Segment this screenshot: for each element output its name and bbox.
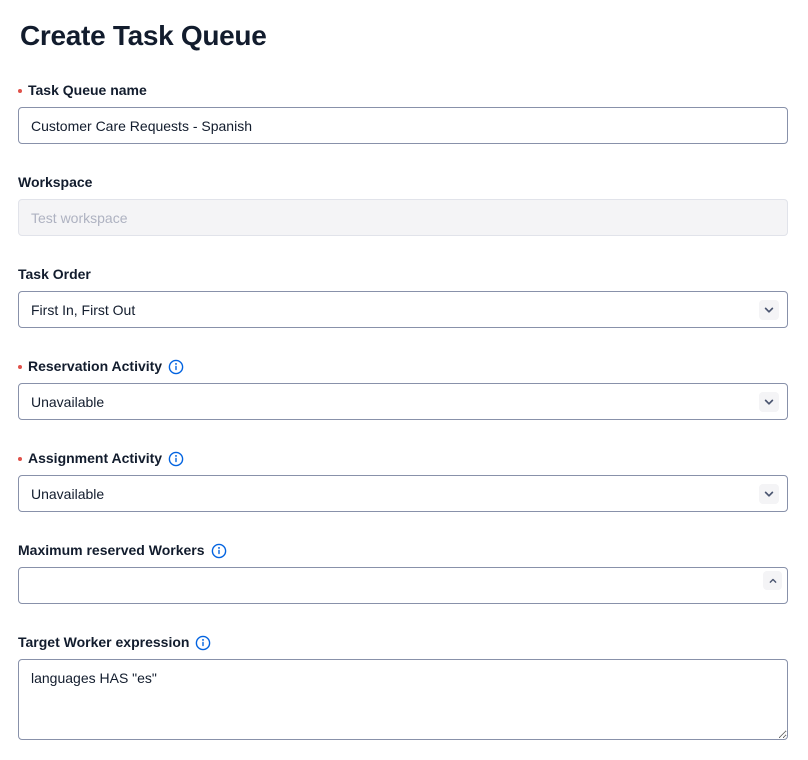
chevron-down-icon[interactable] — [759, 392, 779, 412]
create-task-queue-form: Create Task Queue Task Queue name Worksp… — [0, 0, 808, 760]
page-title: Create Task Queue — [20, 18, 788, 53]
info-circle-icon[interactable] — [195, 635, 211, 651]
info-circle-icon[interactable] — [211, 543, 227, 559]
field-reservation-activity: Reservation Activity Unavailable — [18, 358, 788, 420]
reservation-activity-select[interactable]: Unavailable — [18, 383, 788, 420]
chevron-down-icon[interactable] — [759, 300, 779, 320]
target-worker-expression-label-row: Target Worker expression — [18, 634, 788, 651]
info-circle-icon[interactable] — [168, 451, 184, 467]
field-task-order: Task Order First In, First Out — [18, 266, 788, 328]
target-worker-expression-textarea[interactable]: languages HAS "es" — [18, 659, 788, 740]
field-assignment-activity: Assignment Activity Unavailable — [18, 450, 788, 512]
reservation-activity-label-row: Reservation Activity — [18, 358, 788, 375]
field-target-worker-expression: Target Worker expression languages HAS "… — [18, 634, 788, 740]
assignment-activity-select[interactable]: Unavailable — [18, 475, 788, 512]
required-dot-icon — [18, 89, 22, 93]
reservation-activity-selected-value: Unavailable — [31, 394, 104, 410]
required-dot-icon — [18, 457, 22, 461]
workspace-input — [18, 199, 788, 236]
field-maximum-reserved-workers: Maximum reserved Workers — [18, 542, 788, 604]
assignment-activity-label-row: Assignment Activity — [18, 450, 788, 467]
task-order-selected-value: First In, First Out — [31, 302, 135, 318]
field-task-queue-name: Task Queue name — [18, 82, 788, 144]
chevron-down-icon[interactable] — [759, 484, 779, 504]
maximum-reserved-workers-label-row: Maximum reserved Workers — [18, 542, 788, 559]
assignment-activity-selected-value: Unavailable — [31, 486, 104, 502]
required-dot-icon — [18, 365, 22, 369]
chevron-up-icon[interactable] — [763, 571, 782, 590]
info-circle-icon[interactable] — [168, 359, 184, 375]
task-order-label-row: Task Order — [18, 266, 788, 283]
workspace-label-row: Workspace — [18, 174, 788, 191]
field-workspace: Workspace — [18, 174, 788, 236]
task-queue-name-label-row: Task Queue name — [18, 82, 788, 99]
task-queue-name-input[interactable] — [18, 107, 788, 144]
maximum-reserved-workers-input[interactable] — [18, 567, 788, 604]
reservation-activity-label: Reservation Activity — [28, 358, 162, 375]
task-order-select[interactable]: First In, First Out — [18, 291, 788, 328]
task-queue-name-label: Task Queue name — [28, 82, 147, 99]
workspace-label: Workspace — [18, 174, 92, 191]
target-worker-expression-label: Target Worker expression — [18, 634, 189, 651]
assignment-activity-label: Assignment Activity — [28, 450, 162, 467]
maximum-reserved-workers-label: Maximum reserved Workers — [18, 542, 205, 559]
maximum-reserved-workers-wrapper — [18, 567, 788, 604]
task-order-label: Task Order — [18, 266, 91, 283]
